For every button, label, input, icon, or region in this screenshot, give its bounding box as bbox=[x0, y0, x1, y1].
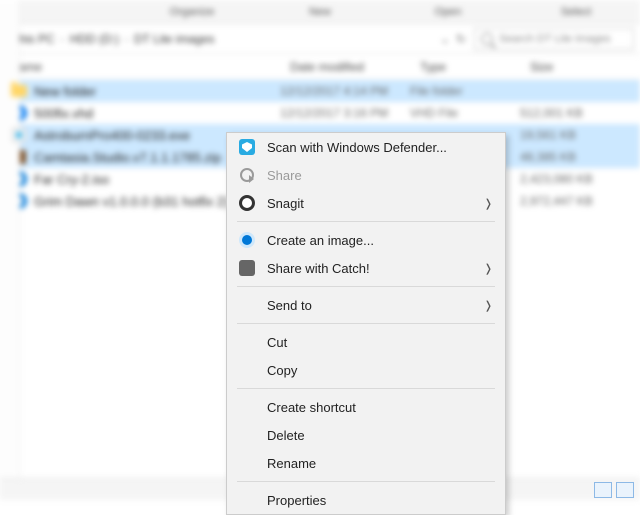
file-size: 2,423,080 KB bbox=[520, 172, 640, 186]
refresh-icon[interactable]: ↻ bbox=[456, 32, 466, 46]
context-menu-separator bbox=[237, 388, 495, 389]
column-header-date[interactable]: Date modified bbox=[280, 60, 410, 74]
ribbon-tab[interactable]: Open bbox=[384, 0, 512, 23]
context-menu-label: Share bbox=[267, 168, 493, 183]
context-menu-icon bbox=[237, 490, 257, 510]
breadcrumb-segment[interactable]: HDD (D:) bbox=[64, 32, 125, 46]
file-row[interactable]: New folder12/12/2017 4:14 PMFile folder bbox=[0, 80, 640, 102]
context-menu-separator bbox=[237, 323, 495, 324]
file-name: 500fix.vhd bbox=[34, 106, 280, 121]
context-menu-item[interactable]: Scan with Windows Defender... bbox=[227, 133, 505, 161]
column-header-name[interactable]: Name bbox=[0, 60, 280, 74]
ribbon-tab[interactable]: Select bbox=[512, 0, 640, 23]
context-menu-icon bbox=[237, 137, 257, 157]
view-icons-button[interactable] bbox=[616, 482, 634, 498]
context-menu-item[interactable]: Properties bbox=[227, 486, 505, 514]
file-size: 48,385 KB bbox=[520, 150, 640, 164]
context-menu-icon bbox=[237, 453, 257, 473]
context-menu-item[interactable]: Create shortcut bbox=[227, 393, 505, 421]
context-menu-label: Copy bbox=[267, 363, 493, 378]
context-menu-icon bbox=[237, 397, 257, 417]
context-menu-item[interactable]: Snagit❭ bbox=[227, 189, 505, 217]
context-menu-item[interactable]: Copy bbox=[227, 356, 505, 384]
context-menu-label: Properties bbox=[267, 493, 493, 508]
dropdown-icon[interactable]: ⌄ bbox=[440, 32, 450, 46]
search-placeholder: Search DT Lite images bbox=[499, 33, 611, 45]
context-menu-icon bbox=[237, 165, 257, 185]
context-menu-label: Create an image... bbox=[267, 233, 493, 248]
context-menu-icon bbox=[237, 230, 257, 250]
context-menu-icon bbox=[237, 295, 257, 315]
view-details-button[interactable] bbox=[594, 482, 612, 498]
context-menu-label: Share with Catch! bbox=[267, 261, 484, 276]
context-menu-label: Send to bbox=[267, 298, 484, 313]
context-menu: Scan with Windows Defender... Share Snagit… bbox=[226, 132, 506, 515]
file-name: New folder bbox=[34, 84, 280, 99]
ribbon-tab[interactable]: New bbox=[256, 0, 384, 23]
file-type: File folder bbox=[410, 84, 520, 98]
context-menu-separator bbox=[237, 481, 495, 482]
context-menu-label: Create shortcut bbox=[267, 400, 493, 415]
context-menu-item[interactable]: Send to❭ bbox=[227, 291, 505, 319]
breadcrumb[interactable]: This PC › HDD (D:) › DT Lite images bbox=[6, 32, 432, 46]
ribbon-tab[interactable]: Organize bbox=[128, 0, 256, 23]
file-row[interactable]: 500fix.vhd12/12/2017 3:16 PMVHD File512,… bbox=[0, 102, 640, 124]
file-type: VHD File bbox=[410, 106, 520, 120]
file-icon bbox=[10, 126, 28, 144]
column-header-size[interactable]: Size bbox=[520, 60, 640, 74]
context-menu-item[interactable]: Create an image... bbox=[227, 226, 505, 254]
context-menu-separator bbox=[237, 286, 495, 287]
context-menu-item[interactable]: Delete bbox=[227, 421, 505, 449]
chevron-right-icon: ❭ bbox=[484, 262, 493, 275]
context-menu-item[interactable]: Share with Catch!❭ bbox=[227, 254, 505, 282]
chevron-right-icon: ❭ bbox=[484, 197, 493, 210]
context-menu-label: Rename bbox=[267, 456, 493, 471]
context-menu-item[interactable]: Rename bbox=[227, 449, 505, 477]
ribbon: Organize New Open Select bbox=[0, 0, 640, 24]
context-menu-icon bbox=[237, 360, 257, 380]
search-icon bbox=[481, 33, 493, 45]
context-menu-label: Scan with Windows Defender... bbox=[267, 140, 493, 155]
breadcrumb-segment[interactable]: DT Lite images bbox=[128, 32, 220, 46]
file-size: 512,001 KB bbox=[520, 106, 640, 120]
address-bar: This PC › HDD (D:) › DT Lite images ⌄ ↻ … bbox=[0, 24, 640, 54]
context-menu-label: Snagit bbox=[267, 196, 484, 211]
context-menu-icon bbox=[237, 258, 257, 278]
nav-pane-edge bbox=[0, 0, 20, 500]
context-menu-icon bbox=[237, 193, 257, 213]
context-menu-icon bbox=[237, 332, 257, 352]
file-size: 19,561 KB bbox=[520, 128, 640, 142]
context-menu-item: Share bbox=[227, 161, 505, 189]
context-menu-separator bbox=[237, 221, 495, 222]
context-menu-label: Delete bbox=[267, 428, 493, 443]
file-date: 12/12/2017 4:14 PM bbox=[280, 84, 410, 98]
file-date: 12/12/2017 3:16 PM bbox=[280, 106, 410, 120]
context-menu-label: Cut bbox=[267, 335, 493, 350]
context-menu-item[interactable]: Cut bbox=[227, 328, 505, 356]
column-headers[interactable]: Name Date modified Type Size bbox=[0, 54, 640, 80]
search-input[interactable]: Search DT Lite images bbox=[474, 28, 634, 50]
column-header-type[interactable]: Type bbox=[410, 60, 520, 74]
chevron-right-icon: ❭ bbox=[484, 299, 493, 312]
context-menu-icon bbox=[237, 425, 257, 445]
file-size: 2,972,447 KB bbox=[520, 194, 640, 208]
